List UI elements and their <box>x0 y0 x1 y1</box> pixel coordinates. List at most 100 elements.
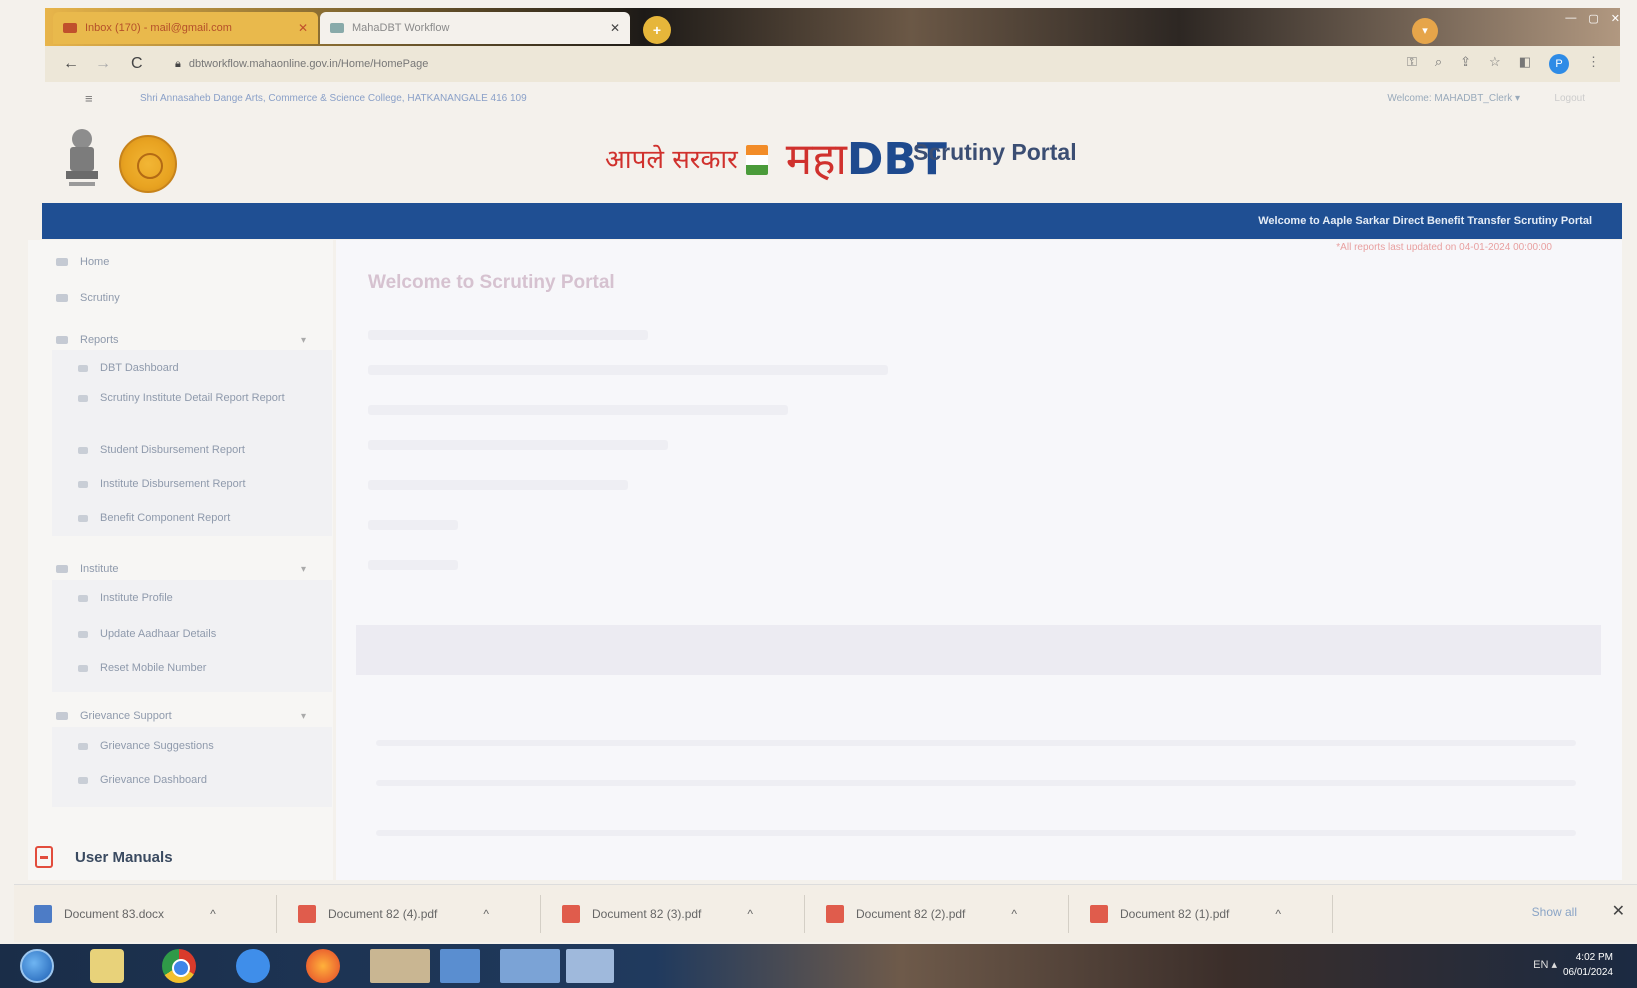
faded-content-line <box>368 330 648 340</box>
zoom-icon[interactable]: ⌕ <box>1435 54 1442 74</box>
ashoka-emblem-icon <box>66 129 98 186</box>
windows-taskbar: EN ▴ 4:02 PM 06/01/2024 <box>0 944 1637 988</box>
chevron-up-icon[interactable]: ^ <box>483 907 489 921</box>
sidebar-item-institute-profile[interactable]: Institute Profile <box>78 590 308 607</box>
windows-start-icon[interactable] <box>20 949 54 983</box>
close-icon[interactable]: ✕ <box>610 21 620 35</box>
system-clock[interactable]: 4:02 PM 06/01/2024 <box>1563 950 1613 980</box>
download-file-name: Document 83.docx <box>64 907 165 921</box>
chevron-up-icon[interactable]: ^ <box>1275 907 1281 921</box>
sidebar-item-institute-disbursement[interactable]: Institute Disbursement Report <box>78 476 308 493</box>
reload-icon[interactable]: C <box>131 55 143 73</box>
sidebar-item-benefit-component[interactable]: Benefit Component Report <box>78 510 308 527</box>
chevron-up-icon[interactable]: ^ <box>210 907 216 921</box>
taskbar-window-thumbnail[interactable] <box>500 949 560 983</box>
close-icon[interactable]: ✕ <box>1612 901 1625 921</box>
download-item[interactable]: Document 82 (1).pdf ^ <box>1090 899 1281 929</box>
show-all-downloads-link[interactable]: Show all <box>1532 905 1577 919</box>
lock-icon[interactable]: 🔒︎ <box>175 58 181 70</box>
tab-search-icon[interactable]: ▾ <box>1412 18 1438 44</box>
faded-content-line <box>368 480 628 490</box>
sidebar-item-label: Update Aadhaar Details <box>100 628 217 640</box>
sidebar-item-grievance-dashboard[interactable]: Grievance Dashboard <box>78 772 308 789</box>
browser-toolbar-icons: ⚿ ⌕ ⇪ ☆ ◧ P ⋮ <box>1407 54 1600 74</box>
report-icon <box>78 481 88 488</box>
sidebar-item-dbt-dashboard[interactable]: DBT Dashboard <box>78 360 308 377</box>
new-tab-button[interactable]: + <box>643 16 671 44</box>
maximize-icon[interactable]: ▢ <box>1588 12 1598 25</box>
welcome-banner: Welcome to Aaple Sarkar Direct Benefit T… <box>42 203 1622 239</box>
sidebar-item-label: Grievance Support <box>80 710 172 722</box>
minimize-icon[interactable]: — <box>1565 12 1576 25</box>
divider <box>1068 895 1069 933</box>
sidebar-icon[interactable]: ◧ <box>1519 54 1531 74</box>
sidebar-item-scrutiny[interactable]: Scrutiny <box>56 292 316 304</box>
chevron-down-icon: ▾ <box>300 334 306 346</box>
faded-table-row <box>376 830 1576 836</box>
download-item[interactable]: Document 82 (3).pdf ^ <box>562 899 753 929</box>
report-icon <box>78 395 88 402</box>
sidebar-item-scrutiny-institute-report[interactable]: Scrutiny Institute Detail Report Report <box>78 390 308 407</box>
sidebar-item-grievance-suggestions[interactable]: Grievance Suggestions <box>78 738 308 755</box>
user-manuals-link[interactable]: User Manuals <box>35 846 173 868</box>
sidebar-item-home[interactable]: Home <box>56 256 316 268</box>
sidebar-item-update-aadhaar[interactable]: Update Aadhaar Details <box>78 626 308 643</box>
site-favicon-icon <box>330 23 344 33</box>
forward-icon[interactable]: → <box>95 55 111 73</box>
close-window-icon[interactable]: ✕ <box>1611 12 1620 25</box>
sidebar-item-reset-mobile[interactable]: Reset Mobile Number <box>78 660 308 677</box>
profile-avatar[interactable]: P <box>1549 54 1569 74</box>
download-item[interactable]: Document 83.docx ^ <box>34 899 216 929</box>
sidebar-item-label: Home <box>80 256 110 268</box>
chrome-icon[interactable] <box>162 949 196 983</box>
pdf-icon <box>35 846 53 868</box>
sidebar-item-label: Institute Disbursement Report <box>100 478 246 490</box>
kebab-menu-icon[interactable]: ⋮ <box>1587 54 1600 74</box>
download-file-name: Document 82 (4).pdf <box>328 907 438 921</box>
tab-mahadbt[interactable]: MahaDBT Workflow ✕ <box>320 12 630 44</box>
star-icon[interactable]: ☆ <box>1489 54 1501 74</box>
suggestion-icon <box>78 743 88 750</box>
tab-gmail[interactable]: Inbox (170) - mail@gmail.com ✕ <box>53 12 318 44</box>
hamburger-icon[interactable]: ≡ <box>85 86 93 112</box>
sidebar-item-reports[interactable]: Reports ▾ <box>56 334 306 346</box>
user-menu[interactable]: Welcome: MAHADBT_Clerk ▾ <box>1387 86 1520 112</box>
taskbar-window-thumbnail[interactable] <box>566 949 614 983</box>
zoom-icon[interactable] <box>236 949 270 983</box>
sidebar-item-label: Grievance Dashboard <box>100 774 208 786</box>
dashboard-icon <box>78 365 88 372</box>
sidebar-item-label: Institute <box>80 563 119 575</box>
chevron-down-icon: ▾ <box>300 563 306 575</box>
taskbar-window-thumbnail[interactable] <box>440 949 480 983</box>
maha-logo-text: महा <box>785 134 847 185</box>
logout-link[interactable]: Logout <box>1554 86 1585 112</box>
key-icon[interactable]: ⚿ <box>1407 54 1417 74</box>
phone-icon <box>78 665 88 672</box>
firefox-icon[interactable] <box>306 949 340 983</box>
download-file-name: Document 82 (1).pdf <box>1120 907 1230 921</box>
close-icon[interactable]: ✕ <box>298 21 308 35</box>
chevron-up-icon[interactable]: ^ <box>1011 907 1017 921</box>
faded-table-row <box>376 780 1576 786</box>
flag-icon <box>745 145 768 175</box>
sidebar-item-grievance-support[interactable]: Grievance Support ▾ <box>56 710 306 722</box>
system-tray[interactable]: EN ▴ <box>1533 958 1557 971</box>
url-field[interactable]: 🔒︎ dbtworkflow.mahaonline.gov.in/Home/Hom… <box>175 53 1265 75</box>
share-icon[interactable]: ⇪ <box>1460 54 1471 74</box>
portal-header: आपले सरकार महा DBT Scrutiny Portal <box>45 115 1620 200</box>
portal-title: Scrutiny Portal <box>913 139 1077 165</box>
divider <box>804 895 805 933</box>
chevron-up-icon[interactable]: ^ <box>747 907 753 921</box>
faded-content-line <box>368 440 668 450</box>
file-explorer-icon[interactable] <box>90 949 124 983</box>
sidebar-item-institute[interactable]: Institute ▾ <box>56 563 306 575</box>
window-controls: — ▢ ✕ <box>1565 12 1620 25</box>
download-item[interactable]: Document 82 (2).pdf ^ <box>826 899 1017 929</box>
download-item[interactable]: Document 82 (4).pdf ^ <box>298 899 489 929</box>
pdf-icon <box>298 905 316 923</box>
maharashtra-seal-icon <box>119 135 177 193</box>
taskbar-window-thumbnail[interactable] <box>370 949 430 983</box>
sidebar-item-student-disbursement[interactable]: Student Disbursement Report <box>78 442 308 459</box>
back-icon[interactable]: ← <box>63 55 79 73</box>
tab-title: Inbox (170) - mail@gmail.com <box>85 22 232 34</box>
